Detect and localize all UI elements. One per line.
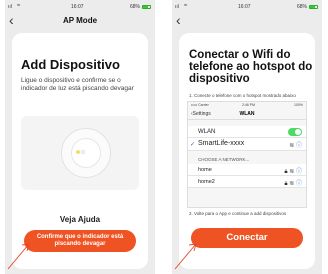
status-time: 16:07 (238, 4, 251, 10)
back-chevron-icon[interactable]: ‹ (176, 13, 181, 27)
example-time: 2:46 PM (242, 103, 256, 107)
example-selected-network: SmartLife-xxxx (198, 140, 245, 147)
connect-button[interactable]: Conectar (191, 228, 303, 248)
example-battery: 100% (294, 103, 303, 107)
network-icons: 🔒︎ ≋ ⓘ (284, 178, 302, 188)
signal-icon: ııl (175, 4, 179, 10)
wifi-signal-icon: ≋ (289, 169, 295, 175)
confirm-indicator-button[interactable]: Confirme que o indicador está piscando d… (24, 230, 136, 252)
status-bar: ııl ≈ 16:07 68% (5, 3, 155, 12)
example-carrier: ••••• Carrier (191, 103, 209, 107)
battery-indicator: 68% (130, 4, 151, 10)
example-wlan-row: WLAN (188, 126, 306, 138)
network-icons: 🔒︎ ≋ ⓘ (284, 166, 302, 176)
lock-icon: 🔒︎ (284, 169, 288, 175)
instruction-text: Ligue o dispositivo e confirme se o indi… (21, 77, 134, 92)
example-network-name: home2 (198, 179, 215, 185)
signal-icon: ııl (8, 4, 12, 10)
nav-bar: ‹ AP Mode (5, 13, 155, 29)
example-network-row: home2 🔒︎ ≋ ⓘ (188, 176, 306, 188)
content-card: Conectar o Wifi do telefone ao hotspot d… (179, 33, 315, 269)
device-illustration (21, 116, 139, 190)
wifi-icon: ≈ (184, 3, 188, 9)
example-network-row: home 🔒︎ ≋ ⓘ (188, 164, 306, 176)
help-link[interactable]: Veja Ajuda (12, 215, 148, 224)
info-icon: ⓘ (295, 143, 302, 149)
content-card: Add Dispositivo Ligue o dispositivo e co… (12, 33, 148, 269)
example-choose-label: CHOOSE A NETWORK... (198, 157, 250, 162)
status-time: 16:07 (71, 4, 84, 10)
example-wlan-label: WLAN (198, 129, 216, 135)
wifi-signal-icon: ≋ (289, 181, 295, 187)
page-title: AP Mode (62, 16, 98, 25)
battery-indicator: 68% (297, 4, 318, 10)
wifi-signal-icon: ≋ (289, 143, 295, 149)
wifi-icon: ≈ (17, 3, 21, 9)
lock-icon: 🔒︎ (284, 181, 288, 187)
info-icon: ⓘ (295, 181, 302, 187)
network-icons: ≋ ⓘ (289, 140, 302, 149)
nav-bar: ‹ (172, 13, 322, 29)
phone-screen-ap-mode: ııl ≈ 16:07 68% ‹ AP Mode Add Dispositiv… (5, 0, 155, 274)
battery-icon (142, 5, 151, 9)
wifi-settings-screenshot: ••••• Carrier 2:46 PM 100% ‹Settings WLA… (187, 101, 307, 208)
example-network-name: home (198, 167, 212, 173)
example-status-bar: ••••• Carrier 2:46 PM 100% (188, 102, 306, 109)
battery-icon (309, 5, 318, 9)
battery-percent: 68% (296, 4, 307, 10)
heading: Conectar o Wifi do telefone ao hotspot d… (189, 49, 313, 85)
step-2-text: 2. Volte para o App e continue a add dis… (189, 211, 287, 216)
status-bar: ııl ≈ 16:07 68% (172, 3, 322, 12)
step-1-text: 1. Conecte o telefone com o hotspot most… (189, 93, 296, 98)
indicator-light-off-icon (81, 150, 85, 154)
indicator-light-icon (76, 150, 80, 154)
example-title: WLAN (239, 111, 255, 117)
phone-screen-connect-hotspot: ııl ≈ 16:07 68% ‹ Conectar o Wifi do tel… (172, 0, 322, 274)
example-selected-network-row: ✓ SmartLife-xxxx ≋ ⓘ (188, 138, 306, 151)
toggle-switch-icon (288, 128, 302, 136)
checkmark-icon: ✓ (190, 142, 196, 148)
heading: Add Dispositivo (21, 57, 120, 72)
example-nav-bar: ‹Settings WLAN (188, 109, 306, 120)
info-icon: ⓘ (295, 169, 302, 175)
battery-percent: 68% (129, 4, 140, 10)
